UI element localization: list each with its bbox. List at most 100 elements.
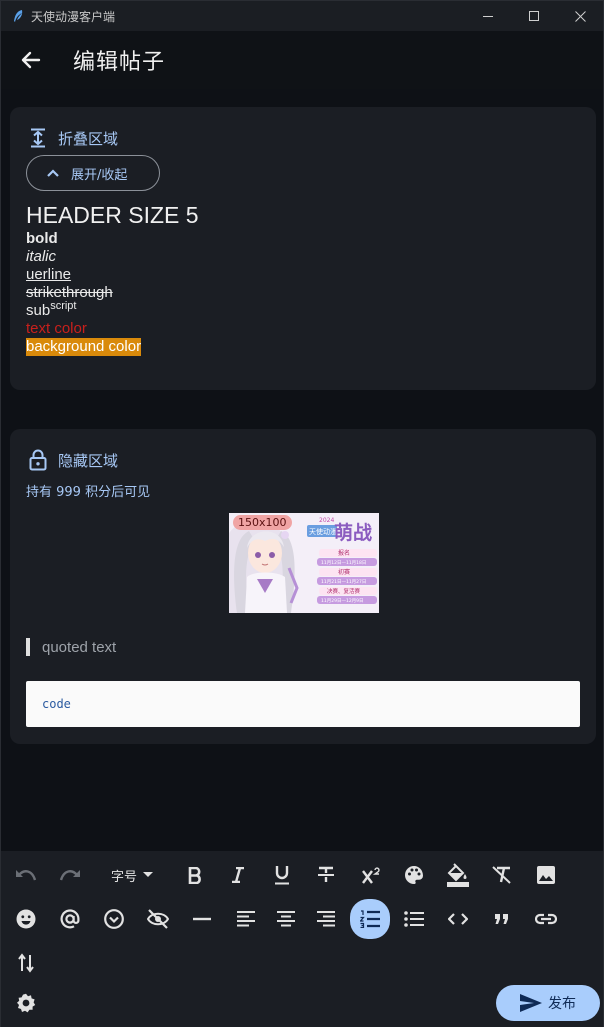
font-size-select[interactable]: 字号 [111, 865, 154, 885]
publish-button[interactable]: 发布 [496, 985, 600, 1021]
undo-button[interactable] [8, 857, 44, 893]
underline-button[interactable] [264, 857, 300, 893]
font-size-label: 字号 [111, 869, 138, 885]
image-size-badge: 150x100 [233, 515, 292, 530]
align-right-icon [317, 911, 335, 927]
title-bar: 天使动漫客户端 [1, 1, 603, 31]
app-bar: 编辑帖子 [1, 31, 603, 89]
emoji-button[interactable] [8, 901, 44, 937]
page-title: 编辑帖子 [73, 50, 166, 75]
caret-down-icon [143, 872, 154, 877]
arrow-back-icon [21, 51, 41, 69]
attached-image[interactable]: 150x100 天使动漫 2024 萌战 报名 11月12日—11月18日 初赛… [229, 513, 379, 613]
insert-image-button[interactable] [528, 857, 564, 893]
swap-button[interactable] [8, 945, 44, 981]
code-text: code [42, 697, 71, 711]
link-button[interactable] [528, 901, 564, 937]
background-color-text: background color [26, 338, 142, 356]
code-icon [448, 913, 468, 925]
undo-icon [16, 870, 37, 881]
svg-text:11月12日—11月18日: 11月12日—11月18日 [321, 560, 366, 566]
editor-content[interactable]: 折叠区域 展开/收起 HEADER SIZE 5 bold italic uer… [1, 89, 603, 851]
header-size-5: HEADER SIZE 5 [26, 202, 199, 228]
align-left-button[interactable] [228, 901, 264, 937]
maximize-button[interactable] [511, 1, 557, 31]
close-button[interactable] [557, 1, 603, 31]
align-center-button[interactable] [268, 901, 304, 937]
italic-icon [232, 867, 244, 883]
quote-button[interactable] [484, 901, 520, 937]
publish-label: 发布 [548, 996, 576, 1012]
rich-text-content: HEADER SIZE 5 bold italic uerline strike… [26, 200, 199, 356]
text-color-button[interactable] [396, 857, 432, 893]
text-color-text: text color [26, 320, 87, 337]
close-icon [574, 10, 586, 22]
svg-text:11月29日—12月9日: 11月29日—12月9日 [321, 598, 364, 604]
image-year-text: 2024 [319, 517, 334, 524]
points-requirement: 持有 999 积分后可见 [26, 485, 151, 500]
align-center-icon [277, 911, 295, 927]
clear-format-icon [492, 866, 511, 884]
horizontal-rule-icon [193, 917, 211, 921]
ordered-list-button[interactable] [350, 899, 390, 939]
collapse-block-label: 折叠区域 [58, 129, 119, 148]
clear-format-button[interactable] [484, 857, 520, 893]
svg-text:报名: 报名 [338, 549, 350, 557]
hidden-block-header: 隐藏区域 [10, 429, 596, 475]
minimize-icon [482, 15, 493, 17]
superscript-icon [362, 867, 380, 884]
settings-button[interactable] [8, 985, 44, 1021]
hidden-block: 隐藏区域 持有 999 积分后可见 150x100 天使动漫 2024 萌战 报… [10, 429, 596, 744]
svg-text:初赛: 初赛 [338, 568, 350, 576]
fill-color-icon [447, 863, 469, 887]
mention-button[interactable] [52, 901, 88, 937]
superscript-button[interactable] [353, 857, 389, 893]
svg-text:决赛、复活赛: 决赛、复活赛 [327, 587, 361, 595]
italic-button[interactable] [220, 857, 256, 893]
expand-collapse-label: 展开/收起 [71, 167, 128, 183]
code-block: code [26, 681, 580, 727]
dropdown-circle-button[interactable] [96, 901, 132, 937]
bold-text: bold [26, 230, 58, 247]
underline-icon [275, 866, 289, 885]
collapse-block-header: 折叠区域 [10, 107, 596, 153]
hide-content-button[interactable] [140, 901, 176, 937]
code-button[interactable] [440, 901, 476, 937]
italic-text: italic [26, 248, 57, 265]
align-left-icon [237, 911, 255, 927]
unordered-list-icon [404, 911, 424, 927]
expand-vertical-icon [26, 126, 50, 150]
ordered-list-icon [360, 910, 380, 928]
strikethrough-icon [318, 866, 334, 882]
horizontal-rule-button[interactable] [184, 901, 220, 937]
unordered-list-button[interactable] [396, 901, 432, 937]
strikethrough-button[interactable] [308, 857, 344, 893]
minimize-button[interactable] [465, 1, 511, 31]
settings-icon [17, 993, 36, 1013]
sub-text: sub [26, 302, 51, 319]
palette-icon [405, 866, 423, 884]
chevron-up-icon [47, 169, 59, 177]
maximize-icon [528, 10, 539, 21]
lock-icon [26, 448, 50, 472]
swap-icon [18, 953, 34, 973]
back-button[interactable] [19, 48, 43, 72]
expand-collapse-button[interactable]: 展开/收起 [26, 155, 160, 191]
redo-icon [59, 870, 80, 881]
hidden-block-label: 隐藏区域 [58, 451, 119, 470]
redo-button[interactable] [52, 857, 88, 893]
blockquote: quoted text [26, 637, 116, 657]
svg-text:11月21日—11月27日: 11月21日—11月27日 [321, 579, 366, 585]
align-right-button[interactable] [308, 901, 344, 937]
fill-color-button[interactable] [440, 857, 476, 893]
image-brand-text: 天使动漫 [309, 527, 337, 536]
bold-button[interactable] [177, 857, 213, 893]
window-title: 天使动漫客户端 [31, 9, 116, 24]
image-icon [537, 866, 555, 884]
app-feather-icon [11, 9, 25, 23]
editor-toolbar: 字号 发布 [1, 851, 603, 1027]
link-icon [535, 913, 557, 925]
superscript-text: script [50, 300, 77, 312]
mention-icon [60, 909, 80, 929]
quote-icon [495, 914, 508, 924]
